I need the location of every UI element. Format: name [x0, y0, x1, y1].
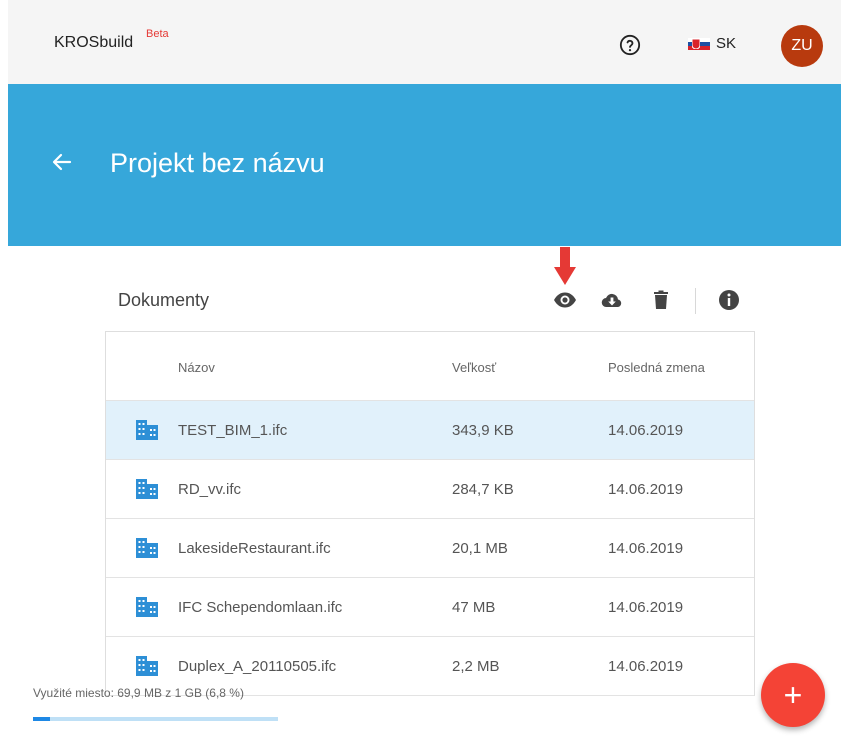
file-size: 2,2 MB — [452, 658, 500, 675]
language-selector[interactable]: SK — [688, 35, 736, 52]
file-name: RD_vv.ifc — [178, 481, 242, 498]
storage-progress-bar — [33, 717, 278, 721]
file-name: IFC Schependomlaan.ifc — [178, 599, 343, 616]
column-header-name[interactable]: Názov — [178, 360, 215, 375]
documents-heading: Dokumenty — [118, 290, 210, 310]
building-icon — [136, 656, 158, 676]
app-brand[interactable]: KROSbuild — [54, 34, 133, 52]
table-row[interactable]: IFC Schependomlaan.ifc 47 MB 14.06.2019 — [106, 578, 754, 637]
storage-progress-fill — [33, 717, 50, 721]
file-modified: 14.06.2019 — [608, 599, 684, 616]
trash-icon[interactable] — [649, 288, 673, 312]
table-row[interactable]: RD_vv.ifc 284,7 KB 14.06.2019 — [106, 460, 754, 519]
file-modified: 14.06.2019 — [608, 540, 684, 557]
file-name: LakesideRestaurant.ifc — [178, 540, 331, 557]
building-icon — [136, 420, 158, 440]
column-header-size[interactable]: Veľkosť — [452, 360, 496, 375]
file-modified: 14.06.2019 — [608, 422, 684, 439]
top-app-bar: KROSbuild Beta SK ZU — [8, 0, 841, 84]
building-icon — [136, 597, 158, 617]
column-header-modified[interactable]: Posledná zmena — [608, 360, 705, 375]
file-size: 343,9 KB — [452, 422, 514, 439]
cloud-download-icon[interactable] — [600, 288, 624, 312]
page-title: Projekt bez názvu — [110, 148, 325, 178]
table-row[interactable]: LakesideRestaurant.ifc 20,1 MB 14.06.2019 — [106, 519, 754, 578]
table-row[interactable]: TEST_BIM_1.ifc 343,9 KB 14.06.2019 — [106, 401, 754, 460]
help-circle-icon[interactable] — [619, 34, 641, 56]
building-icon — [136, 538, 158, 558]
arrow-left-icon[interactable] — [50, 150, 74, 174]
eye-icon[interactable] — [553, 288, 577, 312]
table-header: Názov Veľkosť Posledná zmena — [106, 332, 754, 401]
user-avatar[interactable]: ZU — [781, 25, 823, 67]
red-down-arrow-icon — [554, 247, 576, 285]
file-name: Duplex_A_20110505.ifc — [178, 658, 337, 675]
documents-table: Názov Veľkosť Posledná zmena TEST_BIM_1.… — [105, 331, 755, 696]
add-document-button[interactable]: + — [761, 663, 825, 727]
file-name: TEST_BIM_1.ifc — [178, 422, 288, 439]
toolbar-divider — [695, 288, 696, 314]
file-modified: 14.06.2019 — [608, 658, 684, 675]
building-icon — [136, 479, 158, 499]
slovak-flag-icon — [688, 37, 710, 50]
file-modified: 14.06.2019 — [608, 481, 684, 498]
language-code: SK — [716, 35, 737, 52]
beta-badge: Beta — [146, 28, 169, 40]
file-size: 284,7 KB — [452, 481, 514, 498]
info-icon[interactable] — [717, 288, 741, 312]
file-size: 47 MB — [452, 599, 496, 616]
file-size: 20,1 MB — [452, 540, 508, 557]
storage-usage-text: Využité miesto: 69,9 MB z 1 GB (6,8 %) — [33, 686, 244, 700]
